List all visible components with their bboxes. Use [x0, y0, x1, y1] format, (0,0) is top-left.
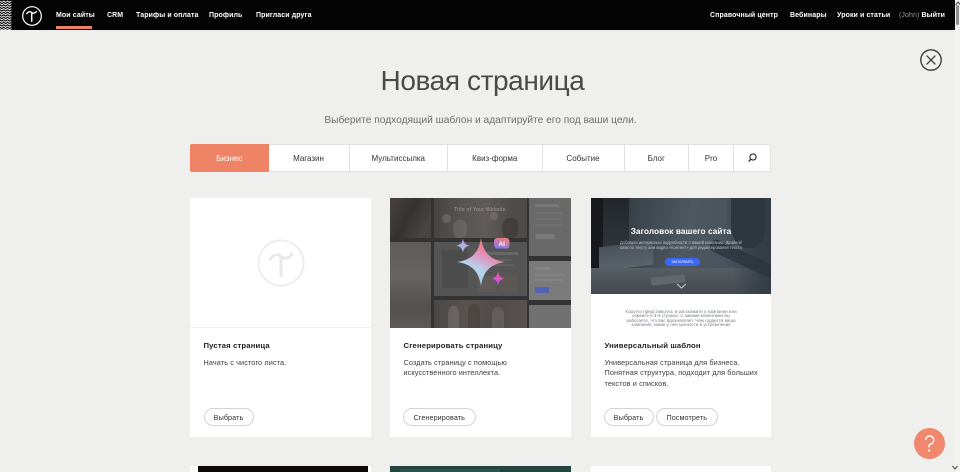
svg-text:AI: AI: [498, 241, 505, 248]
